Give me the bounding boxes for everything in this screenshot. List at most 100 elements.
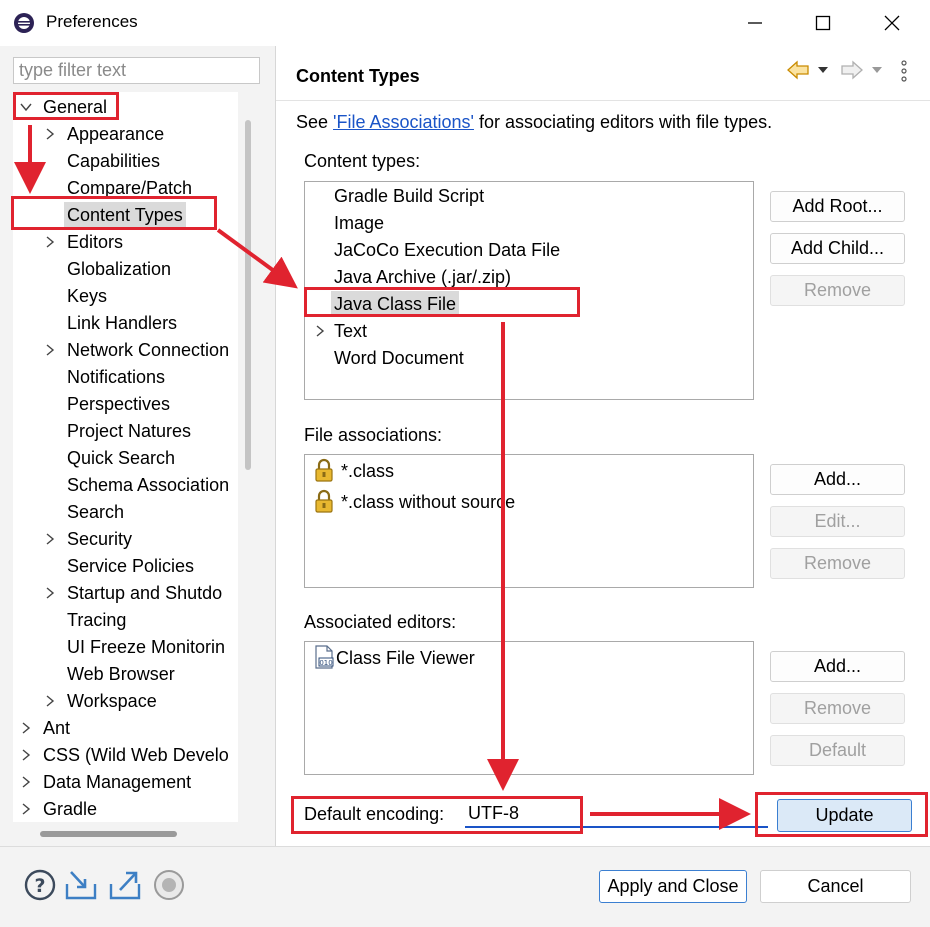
tree-item[interactable]: Globalization [64, 256, 174, 282]
svg-text:?: ? [34, 875, 45, 897]
chevron-down-icon[interactable] [20, 101, 32, 113]
tree-twisty[interactable] [43, 688, 57, 714]
tree-item[interactable]: Editors [64, 229, 126, 255]
tree-item[interactable]: Appearance [64, 121, 167, 147]
content-type-item[interactable]: Text [331, 318, 370, 344]
file-associations-link[interactable]: 'File Associations' [333, 112, 474, 132]
tree-item[interactable]: Capabilities [64, 148, 163, 174]
tree-item[interactable]: Workspace [64, 688, 160, 714]
tree-twisty[interactable] [43, 526, 57, 552]
tree-item[interactable]: Keys [64, 283, 110, 309]
maximize-button[interactable] [803, 8, 843, 38]
add-association-button[interactable]: Add... [770, 464, 905, 495]
update-button[interactable]: Update [777, 799, 912, 832]
tree-item[interactable]: Content Types [64, 202, 186, 228]
forward-arrow-icon[interactable] [840, 60, 864, 80]
close-window-button[interactable] [872, 8, 912, 38]
tree-item[interactable]: Schema Association [64, 472, 232, 498]
chevron-right-icon[interactable] [44, 128, 56, 140]
tree-twisty[interactable] [43, 580, 57, 606]
minimize-button[interactable] [735, 8, 775, 38]
content-types-tree[interactable]: Gradle Build Script Image JaCoCo Execution… [304, 181, 754, 400]
tree-item[interactable]: Perspectives [64, 391, 173, 417]
chevron-right-icon[interactable] [44, 236, 56, 248]
add-root-button[interactable]: Add Root... [770, 191, 905, 222]
tree-item[interactable]: Project Natures [64, 418, 194, 444]
back-dropdown-icon[interactable] [817, 66, 829, 74]
minimize-icon [748, 22, 762, 24]
back-arrow-icon[interactable] [786, 60, 810, 80]
tree-item[interactable]: UI Freeze Monitorin [64, 634, 228, 660]
see-associations-text: See 'File Associations' for associating … [296, 112, 772, 133]
chevron-right-icon[interactable] [20, 803, 32, 815]
tree-item[interactable]: CSS (Wild Web Develo [40, 742, 232, 768]
chevron-right-icon[interactable] [20, 722, 32, 734]
export-icon[interactable] [108, 868, 142, 902]
tree-horizontal-scrollbar[interactable] [40, 831, 177, 837]
content-type-item[interactable]: JaCoCo Execution Data File [331, 237, 563, 263]
chevron-right-icon[interactable] [44, 344, 56, 356]
lock-icon [315, 458, 333, 482]
chevron-right-icon[interactable] [44, 695, 56, 707]
import-icon[interactable] [64, 868, 98, 902]
chevron-right-icon[interactable] [44, 587, 56, 599]
tree-twisty[interactable] [19, 94, 33, 120]
tree-twisty[interactable] [43, 229, 57, 255]
remove-editor-button[interactable]: Remove [770, 693, 905, 724]
tree-item[interactable]: Quick Search [64, 445, 178, 471]
edit-association-button[interactable]: Edit... [770, 506, 905, 537]
tree-item[interactable]: Tracing [64, 607, 129, 633]
remove-association-button[interactable]: Remove [770, 548, 905, 579]
tree-twisty[interactable] [19, 742, 33, 768]
associated-editor-item[interactable]: Class File Viewer [336, 645, 475, 671]
file-association-item[interactable]: *.class [341, 458, 394, 484]
cancel-button[interactable]: Cancel [760, 870, 911, 903]
view-menu-icon[interactable] [899, 59, 909, 83]
see-prefix: See [296, 112, 334, 132]
tree-item[interactable]: Security [64, 526, 135, 552]
forward-dropdown-icon[interactable] [871, 66, 883, 74]
tree-item[interactable]: Web Browser [64, 661, 178, 687]
tree-twisty[interactable] [43, 337, 57, 363]
default-encoding-input[interactable] [465, 800, 580, 828]
tree-twisty[interactable] [43, 121, 57, 147]
default-editor-button[interactable]: Default [770, 735, 905, 766]
tree-item[interactable]: Gradle [40, 796, 100, 822]
tree-item[interactable]: Service Policies [64, 553, 197, 579]
add-editor-button[interactable]: Add... [770, 651, 905, 682]
chevron-right-icon[interactable] [20, 749, 32, 761]
file-association-item[interactable]: *.class without source [341, 489, 515, 515]
content-type-item[interactable]: Java Archive (.jar/.zip) [331, 264, 514, 290]
remove-content-type-button[interactable]: Remove [770, 275, 905, 306]
content-type-item[interactable]: Gradle Build Script [331, 183, 487, 209]
content-type-item[interactable]: Word Document [331, 345, 467, 371]
tree-twisty[interactable] [313, 318, 327, 344]
close-icon [884, 15, 900, 31]
tree-item[interactable]: Search [64, 499, 127, 525]
tree-item[interactable]: Notifications [64, 364, 168, 390]
add-child-button[interactable]: Add Child... [770, 233, 905, 264]
tree-twisty[interactable] [19, 769, 33, 795]
help-icon[interactable]: ? [23, 868, 57, 902]
tree-item[interactable]: Link Handlers [64, 310, 180, 336]
content-type-item[interactable]: Image [331, 210, 387, 236]
tree-item[interactable]: Ant [40, 715, 73, 741]
tree-item[interactable]: Network Connection [64, 337, 232, 363]
record-icon[interactable] [152, 868, 186, 902]
apply-and-close-button[interactable]: Apply and Close [599, 870, 747, 903]
tree-vertical-scrollbar[interactable] [245, 120, 251, 470]
filter-input[interactable] [13, 57, 260, 84]
tree-item[interactable]: Startup and Shutdo [64, 580, 225, 606]
content-type-item[interactable]: Java Class File [331, 291, 460, 317]
tree-item[interactable]: Compare/Patch [64, 175, 195, 201]
tree-item[interactable]: General [40, 94, 110, 120]
file-associations-list[interactable]: *.class *.class without source [304, 454, 754, 588]
tree-item[interactable]: Data Management [40, 769, 194, 795]
tree-twisty[interactable] [19, 715, 33, 741]
chevron-right-icon[interactable] [314, 325, 326, 337]
preferences-tree[interactable]: General Appearance Capabilities Compare/Pat… [13, 92, 238, 822]
tree-twisty[interactable] [19, 796, 33, 822]
chevron-right-icon[interactable] [44, 533, 56, 545]
associated-editors-list[interactable]: 010 Class File Viewer [304, 641, 754, 775]
chevron-right-icon[interactable] [20, 776, 32, 788]
